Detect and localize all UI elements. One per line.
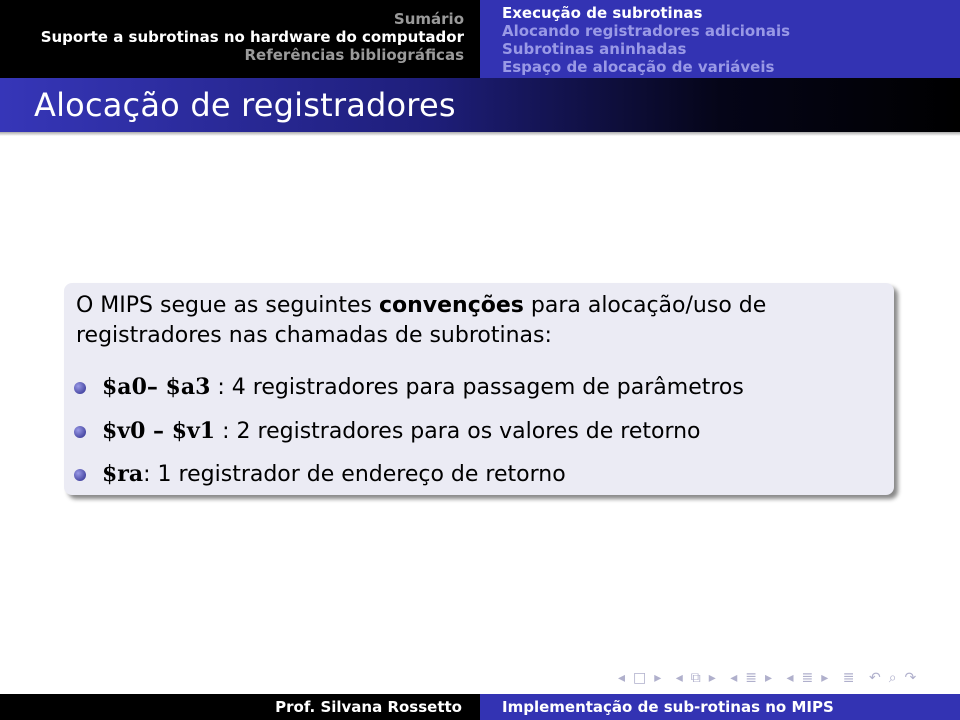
- frame-prev-icon[interactable]: ◂: [618, 670, 627, 686]
- subsection-nav: Execução de subrotinas Alocando registra…: [480, 0, 960, 78]
- nav-section-sumario[interactable]: Sumário: [0, 10, 464, 28]
- document-prev-icon[interactable]: ◂: [787, 670, 796, 686]
- slide-title: Alocação de registradores: [34, 86, 456, 124]
- subsection-next-icon[interactable]: ▸: [709, 670, 718, 686]
- nav-subsection-alocando[interactable]: Alocando registradores adicionais: [502, 22, 960, 40]
- frame-icon[interactable]: □: [633, 670, 648, 686]
- subsection-prev-icon[interactable]: ◂: [676, 670, 685, 686]
- register-description: : 1 registrador de endereço de retorno: [143, 462, 566, 487]
- frame-next-icon[interactable]: ▸: [654, 670, 663, 686]
- document-next-icon[interactable]: ▸: [821, 670, 830, 686]
- register-description: : 2 registradores para os valores de ret…: [215, 419, 701, 444]
- nav-section-referencias[interactable]: Referências bibliográficas: [0, 46, 465, 64]
- subsection-icon[interactable]: ⧉: [691, 670, 703, 686]
- footer-title: Implementação de sub-rotinas no MIPS: [480, 694, 960, 720]
- register-description: : 4 registradores para passagem de parâm…: [210, 375, 744, 400]
- document-icon[interactable]: ≣: [802, 670, 816, 686]
- title-shadow: [0, 132, 960, 136]
- intro-bold: convenções: [378, 293, 524, 318]
- bullet-icon: [74, 469, 86, 481]
- register-name: $v0 – $v1: [102, 418, 216, 444]
- bullet-icon: [74, 426, 86, 438]
- footer-bar: Prof. Silvana Rossetto Implementação de …: [0, 694, 960, 720]
- section-prev-icon[interactable]: ◂: [730, 670, 739, 686]
- list-item: $a0– $a3 : 4 registradores para passagem…: [74, 374, 744, 400]
- list-item: $v0 – $v1 : 2 registradores para os valo…: [74, 418, 701, 444]
- section-icon[interactable]: ≣: [745, 670, 759, 686]
- frame-title-bar: Alocação de registradores: [0, 78, 960, 132]
- beamer-navigation-symbols: ◂ □ ▸ ◂ ⧉ ▸ ◂ ≣ ▸ ◂ ≣ ▸ ≣ ↶ ⌕ ↷: [618, 670, 924, 686]
- content-block: O MIPS segue as seguintes convenções par…: [64, 283, 894, 495]
- header-bar: Sumário Suporte a subrotinas no hardware…: [0, 0, 960, 78]
- list-item: $ra: 1 registrador de endereço de retorn…: [74, 461, 566, 487]
- section-nav: Sumário Suporte a subrotinas no hardware…: [0, 0, 480, 78]
- nav-subsection-aninhadas[interactable]: Subrotinas aninhadas: [502, 40, 960, 58]
- footer-author: Prof. Silvana Rossetto: [0, 694, 480, 720]
- section-next-icon[interactable]: ▸: [765, 670, 774, 686]
- nav-subsection-espaco[interactable]: Espaço de alocação de variáveis: [502, 58, 960, 76]
- nav-section-suporte[interactable]: Suporte a subrotinas no hardware do comp…: [0, 28, 464, 46]
- register-name: $ra: [102, 461, 144, 487]
- intro-text-start: O MIPS segue as seguintes: [76, 293, 379, 318]
- search-icon[interactable]: ⌕: [889, 670, 899, 686]
- back-icon[interactable]: ↶: [869, 670, 883, 686]
- register-name: $a0– $a3: [102, 374, 211, 400]
- nav-subsection-execucao[interactable]: Execução de subrotinas: [502, 4, 960, 22]
- intro-paragraph: O MIPS segue as seguintes convenções par…: [76, 291, 876, 351]
- bullet-icon: [74, 382, 86, 394]
- appendix-icon[interactable]: ≣: [843, 670, 857, 686]
- forward-icon[interactable]: ↷: [905, 670, 919, 686]
